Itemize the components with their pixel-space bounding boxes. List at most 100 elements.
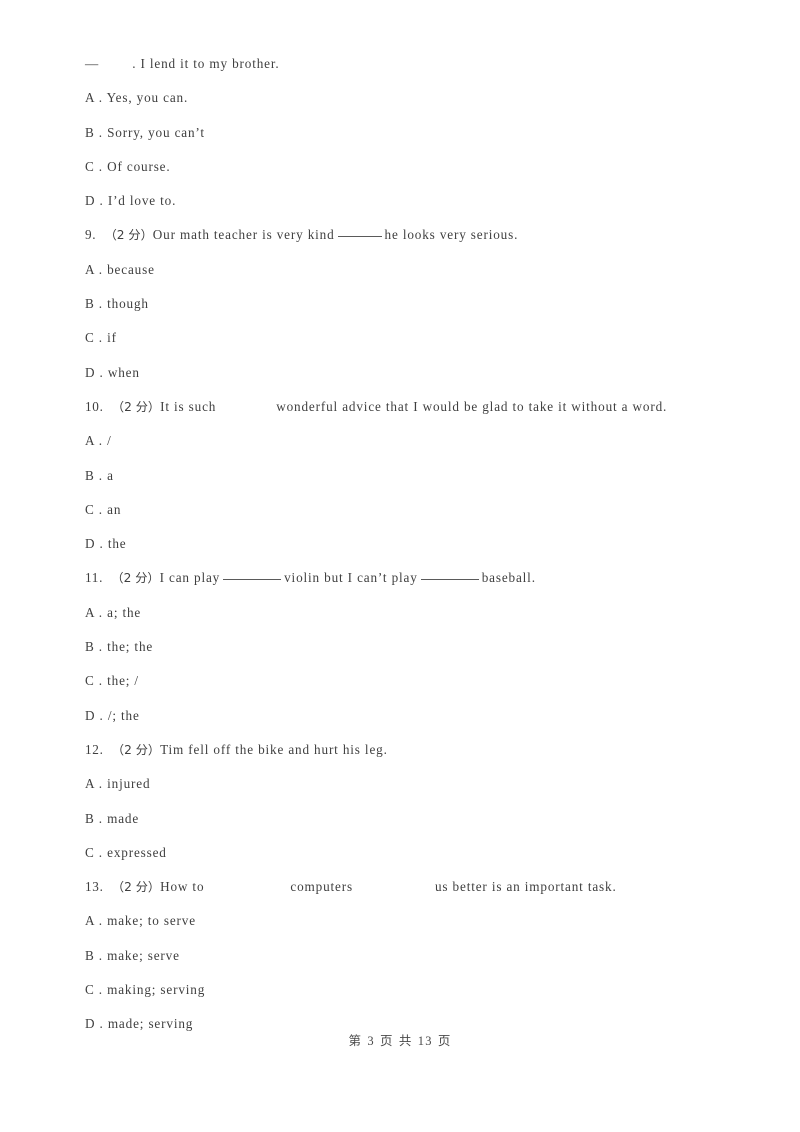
question-stem-text-end: baseball.: [481, 570, 536, 586]
question-stem-text: It is such: [160, 398, 217, 414]
option-row[interactable]: B . Sorry, you can’t: [85, 116, 755, 150]
option-row[interactable]: B . though: [85, 287, 755, 321]
option-separator: .: [94, 639, 103, 655]
footer-middle: 页 共: [379, 1033, 413, 1048]
question-stem-text: Our math teacher is very kind: [152, 227, 335, 243]
question-stem-text-cont: violin but I can’t play: [284, 570, 418, 586]
option-text: I’d love to.: [107, 193, 177, 209]
option-row[interactable]: A . make; to serve: [85, 904, 755, 938]
option-letter: A: [85, 261, 95, 277]
question-stem-text-end: us better is an important task.: [434, 879, 617, 895]
option-text: a: [107, 467, 114, 483]
question-number: 10.: [85, 398, 104, 414]
option-row[interactable]: B . a: [85, 459, 755, 493]
option-row[interactable]: C . Of course.: [85, 150, 755, 184]
option-text: injured: [107, 776, 151, 792]
option-letter: C: [85, 673, 95, 689]
option-row[interactable]: A . /: [85, 424, 755, 458]
option-text: Sorry, you can’t: [107, 124, 205, 140]
question-stem-text: I can play: [159, 570, 221, 586]
option-text: though: [107, 296, 149, 312]
option-row[interactable]: D . the: [85, 527, 755, 561]
option-text: make; to serve: [107, 913, 196, 929]
footer-current-page: 3: [367, 1034, 375, 1048]
option-separator: .: [94, 90, 103, 106]
question-stem: 13. （2 分）How to computers us better is an …: [85, 870, 755, 904]
question-marks: （2 分）: [111, 571, 160, 586]
option-separator: .: [95, 364, 104, 380]
option-row[interactable]: C . expressed: [85, 836, 755, 870]
option-row[interactable]: C . the; /: [85, 664, 755, 698]
option-row[interactable]: D . when: [85, 356, 755, 390]
option-separator: .: [94, 913, 103, 929]
option-text: /: [107, 433, 112, 449]
option-letter: C: [85, 501, 95, 517]
option-row[interactable]: D . I’d love to.: [85, 184, 755, 218]
option-row[interactable]: C . an: [85, 493, 755, 527]
question-marks: （2 分）: [111, 399, 161, 414]
option-text: make; serve: [107, 947, 180, 963]
option-letter: D: [85, 193, 96, 209]
option-text: when: [107, 364, 140, 380]
option-text: Yes, you can.: [106, 90, 189, 106]
question-stem-text: How to: [160, 879, 205, 895]
option-separator: .: [94, 261, 103, 277]
question-number: 12.: [85, 741, 104, 757]
question-stem-text-cont: wonderful advice that I would be glad to…: [276, 398, 668, 414]
footer-prefix: 第: [348, 1033, 363, 1048]
question-number: 9.: [85, 227, 97, 243]
option-separator: .: [94, 433, 103, 449]
option-letter: A: [85, 604, 95, 620]
option-separator: .: [95, 536, 104, 552]
option-text: the: [107, 536, 127, 552]
page-footer: 第 3 页 共 13 页: [0, 1030, 800, 1049]
option-row[interactable]: C . making; serving: [85, 973, 755, 1007]
option-row[interactable]: A . a; the: [85, 596, 755, 630]
option-row[interactable]: A . injured: [85, 767, 755, 801]
question-list: — . I lend it to my brother. A . Yes, you…: [85, 47, 755, 1042]
option-letter: A: [85, 776, 95, 792]
option-letter: C: [85, 158, 95, 174]
option-letter: D: [85, 364, 96, 380]
option-letter: B: [85, 810, 95, 826]
option-row[interactable]: A . Yes, you can.: [85, 81, 755, 115]
option-row[interactable]: C . if: [85, 321, 755, 355]
question-stem: — . I lend it to my brother.: [85, 47, 755, 81]
option-text: an: [107, 501, 122, 517]
question-stem-text-cont: he looks very serious.: [384, 227, 519, 243]
option-separator: .: [94, 158, 103, 174]
option-row[interactable]: D . /; the: [85, 699, 755, 733]
option-separator: .: [94, 844, 103, 860]
option-letter: C: [85, 330, 95, 346]
option-text: Of course.: [107, 158, 171, 174]
question-stem: 12. （2 分）Tim fell off the bike and hurt …: [85, 733, 755, 767]
option-text: the; /: [107, 673, 139, 689]
answer-blank[interactable]: [420, 568, 479, 581]
question-stem-text: Tim fell off the bike and hurt his leg.: [160, 741, 388, 757]
option-row[interactable]: B . the; the: [85, 630, 755, 664]
option-letter: B: [85, 947, 95, 963]
question-marks: （2 分）: [111, 742, 161, 757]
question-stem-dash: —: [85, 56, 99, 71]
option-letter: B: [85, 639, 95, 655]
option-text: because: [107, 261, 155, 277]
answer-blank[interactable]: [337, 225, 382, 238]
option-separator: .: [95, 193, 104, 209]
option-text: a; the: [107, 604, 142, 620]
option-separator: .: [94, 467, 103, 483]
option-letter: D: [85, 707, 96, 723]
option-row[interactable]: A . because: [85, 253, 755, 287]
question-stem: 10. （2 分）It is such wonderful advice that…: [85, 390, 755, 424]
option-separator: .: [94, 776, 103, 792]
option-row[interactable]: B . made: [85, 802, 755, 836]
option-separator: .: [95, 707, 104, 723]
option-separator: .: [94, 673, 103, 689]
option-row[interactable]: B . make; serve: [85, 939, 755, 973]
option-separator: .: [94, 947, 103, 963]
option-letter: C: [85, 982, 95, 998]
option-text: /; the: [107, 707, 140, 723]
option-letter: B: [85, 467, 95, 483]
option-text: expressed: [107, 844, 167, 860]
answer-blank[interactable]: [223, 568, 282, 581]
question-stem-text-cont: computers: [290, 879, 353, 895]
